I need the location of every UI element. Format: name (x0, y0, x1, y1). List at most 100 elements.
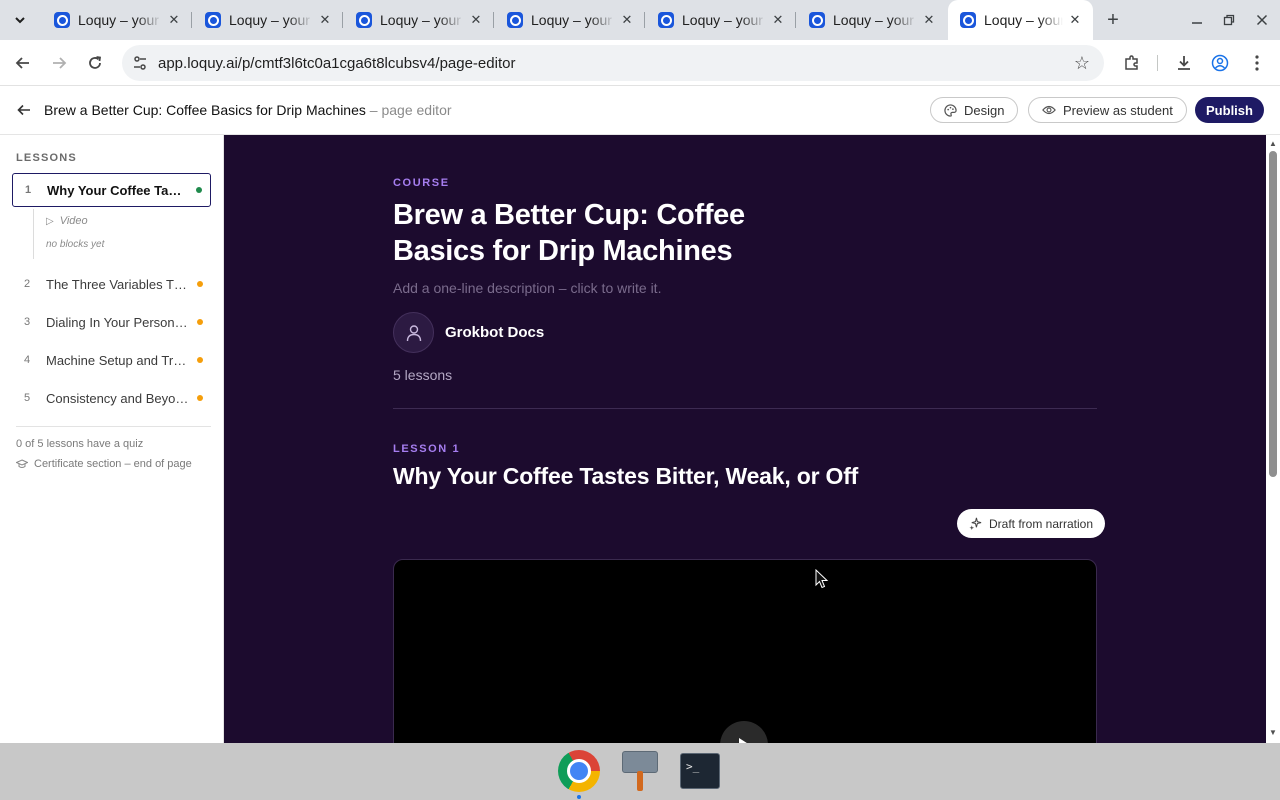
lesson-status-dot (197, 357, 203, 363)
site-info-icon[interactable] (124, 47, 156, 79)
loquy-favicon-icon (205, 12, 221, 28)
course-title-heading[interactable]: Brew a Better Cup: Coffee Basics for Dri… (393, 197, 813, 269)
kebab-menu-icon (1255, 55, 1259, 71)
close-icon[interactable]: ✕ (921, 12, 937, 28)
description-placeholder[interactable]: Add a one-line description – click to wr… (393, 280, 661, 296)
os-taskbar: >_ (0, 743, 1280, 800)
no-blocks-note: no blocks yet (46, 239, 105, 250)
close-icon[interactable]: ✕ (468, 12, 484, 28)
chrome-icon (558, 750, 600, 792)
tab-title: Loquy – your (380, 12, 461, 28)
sparkles-icon (969, 517, 982, 530)
browser-tab[interactable]: Loquy – your ✕ (495, 0, 645, 40)
lesson-name: Machine Setup and Troubleshooting (46, 352, 189, 368)
close-icon[interactable]: ✕ (619, 12, 635, 28)
new-tab-button[interactable]: + (1100, 8, 1126, 32)
page-scrollbar[interactable]: ▲ ▼ (1266, 135, 1280, 743)
close-icon[interactable]: ✕ (770, 12, 786, 28)
sub-block-video[interactable]: ▷ Video (46, 215, 88, 227)
loquy-favicon-icon (809, 12, 825, 28)
lessons-sidebar: LESSONS 1 Why Your Coffee Tastes Bitter,… (0, 135, 224, 743)
taskbar-chrome[interactable] (556, 748, 602, 794)
lesson-number: 3 (24, 316, 31, 328)
lesson-status-dot (197, 395, 203, 401)
minimize-button[interactable] (1183, 8, 1211, 32)
minimize-icon (1192, 22, 1202, 24)
reload-button[interactable] (79, 47, 111, 79)
sidebar-lesson-3[interactable]: 3 Dialing In Your Personal Recipe (12, 305, 211, 339)
draft-button-label: Draft from narration (989, 516, 1094, 531)
design-button[interactable]: Design (930, 97, 1019, 123)
address-bar[interactable]: app.loquy.ai/p/cmtf3l6tc0a1cga6t8lcubsv4… (122, 45, 1104, 81)
sidebar-lesson-4[interactable]: 4 Machine Setup and Troubleshooting (12, 343, 211, 377)
loquy-favicon-icon (54, 12, 70, 28)
play-button[interactable] (720, 721, 768, 743)
draft-from-narration-button[interactable]: Draft from narration (957, 509, 1106, 538)
course-eyebrow: COURSE (393, 177, 450, 189)
url-text[interactable]: app.loquy.ai/p/cmtf3l6tc0a1cga6t8lcubsv4… (158, 55, 1066, 72)
browser-toolbar: app.loquy.ai/p/cmtf3l6tc0a1cga6t8lcubsv4… (0, 40, 1280, 86)
lesson-number: 1 (25, 184, 32, 196)
lesson-name: The Three Variables That Matter Most (46, 276, 189, 292)
lesson-video-player[interactable] (393, 559, 1097, 743)
close-icon[interactable]: ✕ (1067, 12, 1083, 28)
lesson-number: 4 (24, 354, 31, 366)
active-app-indicator (577, 795, 581, 799)
bookmark-star-icon[interactable]: ☆ (1066, 47, 1098, 79)
signpost-icon (622, 751, 658, 791)
tab-title: Loquy – your (78, 12, 159, 28)
tab-search-button[interactable] (6, 8, 34, 32)
forward-button[interactable] (43, 47, 75, 79)
browser-tab[interactable]: Loquy – your ✕ (193, 0, 343, 40)
course-title-text: Brew a Better Cup: Coffee Basics for Dri… (44, 102, 366, 118)
eye-icon (1042, 105, 1056, 115)
user-icon (406, 324, 421, 341)
taskbar-app[interactable] (617, 748, 663, 794)
certificate-note: Certificate section – end of page (34, 458, 192, 470)
taskbar-terminal[interactable]: >_ (677, 748, 723, 794)
close-window-button[interactable] (1248, 8, 1276, 32)
plus-icon: + (1107, 8, 1119, 31)
arrow-left-icon (15, 57, 29, 69)
publish-button[interactable]: Publish (1195, 97, 1264, 123)
page-editor-suffix: – page editor (365, 102, 452, 118)
downloads-button[interactable] (1168, 47, 1200, 79)
puzzle-icon (1125, 55, 1138, 70)
page-canvas: COURSE Brew a Better Cup: Coffee Basics … (224, 135, 1266, 743)
editor-back-button[interactable] (12, 98, 36, 122)
loquy-favicon-icon (356, 12, 372, 28)
certificate-section-link[interactable]: Certificate section – end of page (16, 458, 192, 470)
lesson-status-dot (197, 319, 203, 325)
sidebar-lesson-2[interactable]: 2 The Three Variables That Matter Most (12, 267, 211, 301)
sidebar-lesson-1[interactable]: 1 Why Your Coffee Tastes Bitter, Weak, o… (12, 173, 211, 207)
extensions-button[interactable] (1116, 47, 1148, 79)
download-icon (1178, 56, 1190, 70)
back-button[interactable] (7, 47, 39, 79)
graduation-cap-icon (16, 459, 28, 468)
browser-tab[interactable]: Loquy – your ✕ (344, 0, 494, 40)
mouse-cursor-icon (815, 569, 829, 589)
lesson-status-dot (197, 281, 203, 287)
browser-tab[interactable]: Loquy – your ✕ (797, 0, 947, 40)
close-icon[interactable]: ✕ (317, 12, 333, 28)
restore-icon (1223, 14, 1235, 26)
browser-tab[interactable]: Loquy – your ✕ (42, 0, 192, 40)
lesson-status-dot (196, 187, 202, 193)
scroll-down-icon[interactable]: ▼ (1269, 728, 1277, 737)
tab-title: Loquy – your (229, 12, 310, 28)
loquy-favicon-icon (658, 12, 674, 28)
tab-title: Loquy – your (682, 12, 763, 28)
close-icon[interactable]: ✕ (166, 12, 182, 28)
preview-as-student-button[interactable]: Preview as student (1028, 97, 1187, 123)
scroll-up-icon[interactable]: ▲ (1269, 139, 1277, 148)
browser-tab-active[interactable]: Loquy – your ✕ (948, 0, 1093, 40)
browser-tab[interactable]: Loquy – your ✕ (646, 0, 796, 40)
sidebar-lesson-5[interactable]: 5 Consistency and Beyond (12, 381, 211, 415)
scrollbar-thumb[interactable] (1269, 151, 1277, 477)
browser-menu-button[interactable] (1241, 47, 1273, 79)
restore-button[interactable] (1215, 8, 1243, 32)
lesson-title-heading[interactable]: Why Your Coffee Tastes Bitter, Weak, or … (393, 463, 858, 490)
arrow-right-icon (53, 57, 67, 69)
profile-icon (1211, 54, 1229, 72)
profile-button[interactable] (1204, 47, 1236, 79)
